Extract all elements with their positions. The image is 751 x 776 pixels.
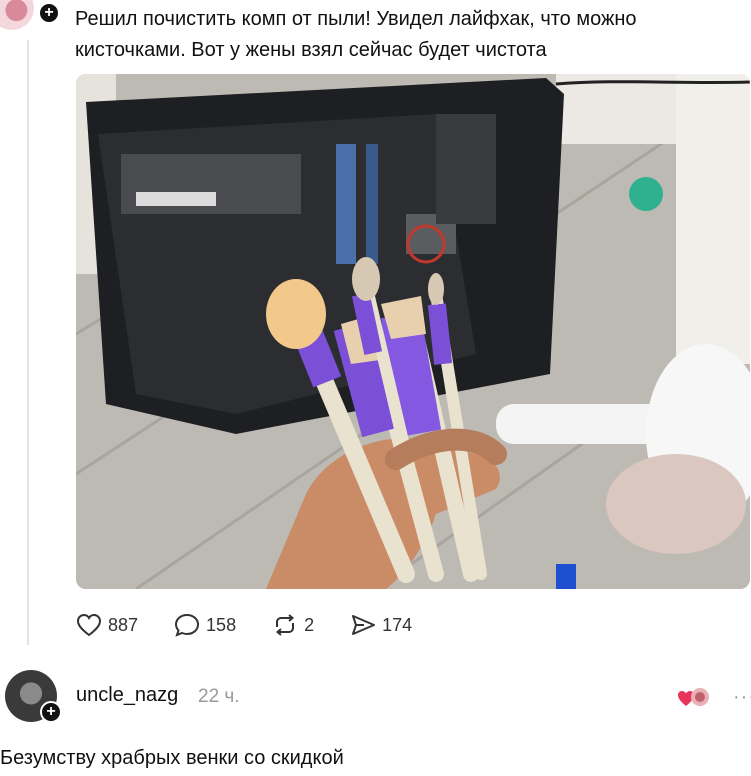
comment-count: 158 <box>206 614 237 635</box>
repost-count: 2 <box>304 614 315 635</box>
heart-reaction-icon[interactable] <box>676 686 710 710</box>
repost-button[interactable]: 2 <box>272 613 314 637</box>
post-text: Решил почистить комп от пыли! Увидел лай… <box>75 8 637 61</box>
share-icon <box>352 615 376 635</box>
comment-timestamp: 22 ч. <box>198 686 240 707</box>
like-count: 887 <box>108 614 139 635</box>
follow-plus-icon[interactable]: + <box>40 701 62 723</box>
author-avatar[interactable] <box>0 0 34 30</box>
comment-icon <box>175 613 200 637</box>
comment-button[interactable]: 158 <box>174 613 236 637</box>
commenter-username[interactable]: uncle_nazg <box>76 684 178 707</box>
follow-plus-icon[interactable]: + <box>38 2 60 24</box>
like-button[interactable]: 887 <box>76 613 138 637</box>
heart-icon <box>76 613 102 637</box>
comment-text: Безумству храбрых венки со скидкой <box>0 747 344 769</box>
thread-line <box>27 40 29 645</box>
share-button[interactable]: 174 <box>350 613 412 637</box>
share-count: 174 <box>382 614 413 635</box>
repost-icon <box>276 614 295 636</box>
post-actions: 887 158 2 174 <box>76 610 448 640</box>
more-options-icon[interactable]: ··· <box>733 686 751 709</box>
post-photo[interactable] <box>76 74 750 589</box>
